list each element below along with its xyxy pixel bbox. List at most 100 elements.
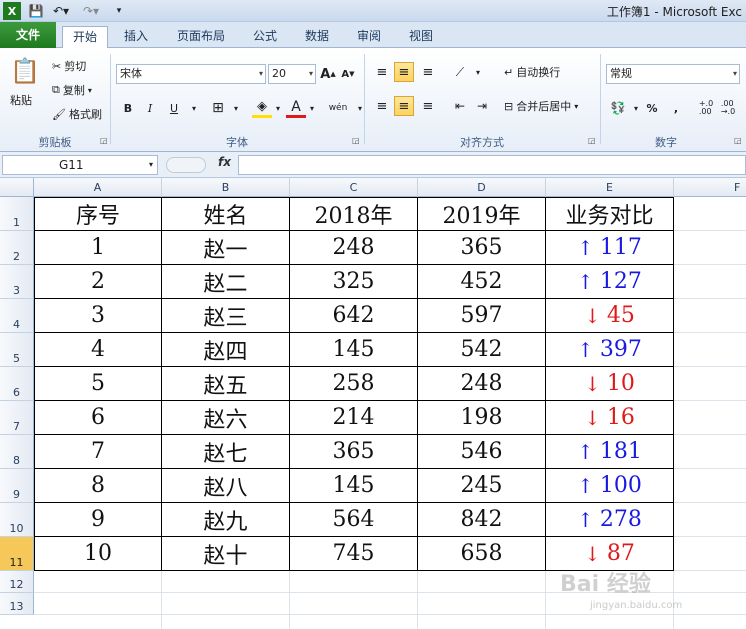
row-header[interactable]: 11: [0, 537, 34, 571]
cell-name[interactable]: 赵九: [162, 503, 290, 537]
row-header[interactable]: 4: [0, 299, 34, 333]
align-center-icon[interactable]: ≡: [394, 96, 414, 116]
column-header-d[interactable]: D: [418, 178, 546, 197]
cell-no[interactable]: 6: [34, 401, 162, 435]
cell-2018[interactable]: 642: [290, 299, 418, 333]
shrink-font-button[interactable]: A ▼: [338, 64, 358, 84]
cell-no[interactable]: 7: [34, 435, 162, 469]
cell-2018[interactable]: 248: [290, 231, 418, 265]
column-header-a[interactable]: A: [34, 178, 162, 197]
cell-no[interactable]: 10: [34, 537, 162, 571]
insert-function-icon[interactable]: fx: [218, 155, 231, 169]
cell-2018[interactable]: 564: [290, 503, 418, 537]
formula-input[interactable]: [238, 155, 746, 175]
cell-no[interactable]: 9: [34, 503, 162, 537]
borders-icon[interactable]: ⊞: [208, 98, 228, 118]
cell-name[interactable]: 赵二: [162, 265, 290, 299]
column-header-c[interactable]: C: [290, 178, 418, 197]
cell-2019[interactable]: 542: [418, 333, 546, 367]
cell-name[interactable]: 赵八: [162, 469, 290, 503]
cell-name[interactable]: 赵四: [162, 333, 290, 367]
redo-icon[interactable]: ↷▾: [80, 2, 102, 20]
header-cell[interactable]: 序号: [34, 197, 162, 231]
tab-insert[interactable]: 插入: [114, 26, 158, 48]
number-format-combo[interactable]: 常规 ▾: [606, 64, 740, 84]
chevron-down-icon[interactable]: ▾: [468, 62, 488, 82]
alignment-launcher-icon[interactable]: ◲: [588, 136, 596, 145]
tab-page-layout[interactable]: 页面布局: [170, 26, 232, 48]
chevron-down-icon[interactable]: ▾: [226, 98, 246, 118]
chevron-down-icon[interactable]: ▾: [268, 98, 288, 118]
row-header[interactable]: 7: [0, 401, 34, 435]
orientation-icon[interactable]: ⟋: [450, 62, 470, 82]
header-cell[interactable]: 2019年: [418, 197, 546, 231]
cell-comparison[interactable]: ↓ 16: [546, 401, 674, 435]
cell-2019[interactable]: 248: [418, 367, 546, 401]
cell-no[interactable]: 3: [34, 299, 162, 333]
cell-name[interactable]: 赵十: [162, 537, 290, 571]
cell-2018[interactable]: 745: [290, 537, 418, 571]
chevron-down-icon[interactable]: ▾: [184, 98, 204, 118]
select-all-corner[interactable]: [0, 178, 34, 197]
percent-button[interactable]: %: [642, 98, 662, 118]
align-left-icon[interactable]: ≡: [372, 96, 392, 116]
font-launcher-icon[interactable]: ◲: [352, 136, 360, 145]
number-launcher-icon[interactable]: ◲: [734, 136, 742, 145]
row-header[interactable]: 1: [0, 197, 34, 231]
header-cell[interactable]: 业务对比: [546, 197, 674, 231]
cell-no[interactable]: 2: [34, 265, 162, 299]
worksheet-grid[interactable]: A B C D E F 1 2 3 4 5 6 7 8 9 10 11 12 13 序号 姓名 2018年 2…: [0, 178, 746, 629]
paste-button[interactable]: 粘贴: [10, 92, 32, 108]
cell-comparison[interactable]: ↑ 117: [546, 231, 674, 265]
cell-name[interactable]: 赵六: [162, 401, 290, 435]
cell-2018[interactable]: 214: [290, 401, 418, 435]
comma-button[interactable]: ,: [666, 98, 686, 118]
grow-font-button[interactable]: A ▲: [318, 64, 338, 84]
paste-icon[interactable]: 📋: [10, 54, 40, 88]
cut-button[interactable]: ✂ 剪切: [52, 58, 86, 74]
cell-comparison[interactable]: ↓ 10: [546, 367, 674, 401]
cell-2019[interactable]: 597: [418, 299, 546, 333]
align-bottom-icon[interactable]: ≡: [418, 62, 438, 82]
undo-icon[interactable]: ↶▾: [50, 2, 72, 20]
name-box[interactable]: G11 ▾: [2, 155, 158, 175]
cell-comparison[interactable]: ↑ 127: [546, 265, 674, 299]
row-header[interactable]: 2: [0, 231, 34, 265]
clipboard-launcher-icon[interactable]: ◲: [100, 136, 108, 145]
align-middle-icon[interactable]: ≡: [394, 62, 414, 82]
cell-2018[interactable]: 325: [290, 265, 418, 299]
cell-2019[interactable]: 245: [418, 469, 546, 503]
tab-review[interactable]: 审阅: [348, 26, 390, 48]
tab-formulas[interactable]: 公式: [244, 26, 286, 48]
row-header[interactable]: 13: [0, 593, 34, 615]
tab-home[interactable]: 开始: [62, 26, 108, 49]
row-header[interactable]: 6: [0, 367, 34, 401]
cell-name[interactable]: 赵五: [162, 367, 290, 401]
cell-2019[interactable]: 842: [418, 503, 546, 537]
underline-button[interactable]: U: [164, 98, 184, 118]
bold-button[interactable]: B: [118, 98, 138, 118]
cell-2018[interactable]: 145: [290, 333, 418, 367]
cell-name[interactable]: 赵一: [162, 231, 290, 265]
cell-2019[interactable]: 365: [418, 231, 546, 265]
cell-no[interactable]: 1: [34, 231, 162, 265]
column-header-e[interactable]: E: [546, 178, 674, 197]
chevron-down-icon[interactable]: ▾: [302, 98, 322, 118]
cell-no[interactable]: 4: [34, 333, 162, 367]
copy-button[interactable]: ⧉ 复制 ▾: [52, 82, 92, 98]
save-icon[interactable]: 💾: [28, 2, 44, 20]
tab-file[interactable]: 文件: [0, 22, 56, 48]
header-cell[interactable]: 姓名: [162, 197, 290, 231]
accounting-format-icon[interactable]: 💱: [608, 98, 628, 118]
row-header[interactable]: 5: [0, 333, 34, 367]
column-header-b[interactable]: B: [162, 178, 290, 197]
cell-name[interactable]: 赵七: [162, 435, 290, 469]
row-header[interactable]: 8: [0, 435, 34, 469]
cell-2019[interactable]: 452: [418, 265, 546, 299]
row-header[interactable]: 12: [0, 571, 34, 593]
tab-view[interactable]: 视图: [400, 26, 442, 48]
cell-comparison[interactable]: ↑ 278: [546, 503, 674, 537]
italic-button[interactable]: I: [140, 98, 160, 118]
row-header[interactable]: 9: [0, 469, 34, 503]
cell-2018[interactable]: 258: [290, 367, 418, 401]
